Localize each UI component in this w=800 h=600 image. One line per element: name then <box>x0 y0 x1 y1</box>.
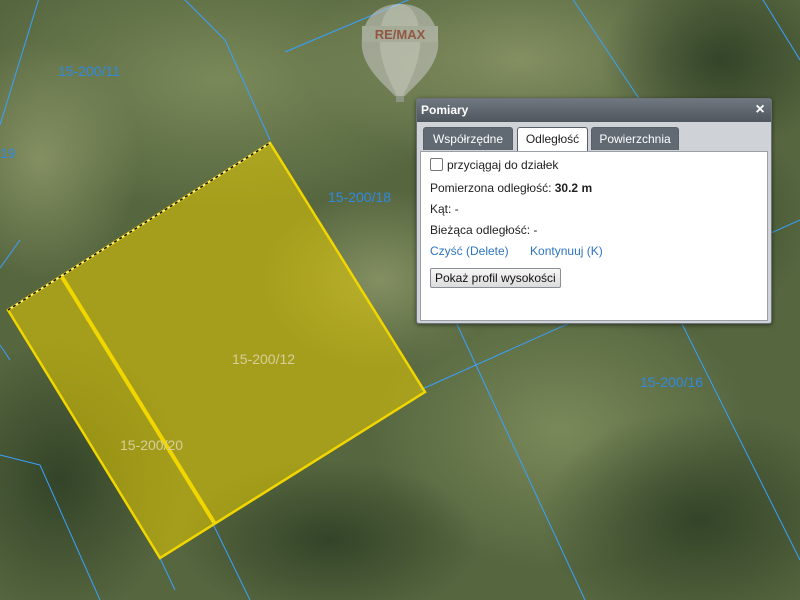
parcel-label-19: 19 <box>0 145 16 161</box>
tab-distance[interactable]: Odległość <box>517 127 588 152</box>
parcel-label-11: 15-200/11 <box>58 63 120 79</box>
panel-header[interactable]: Pomiary × <box>417 99 771 122</box>
parcel-label-18: 15-200/18 <box>328 189 391 205</box>
parcel-label-20: 15-200/20 <box>120 437 183 453</box>
distance-tab-content: przyciągaj do działek Pomierzona odległo… <box>420 151 768 321</box>
close-icon[interactable]: × <box>753 101 767 119</box>
snap-to-parcels-checkbox[interactable] <box>430 158 443 171</box>
tab-coordinates[interactable]: Współrzędne <box>423 127 513 150</box>
remax-watermark-text: RE/MAX <box>375 27 426 42</box>
snap-to-parcels-label: przyciągaj do działek <box>447 158 559 172</box>
parcel-label-12: 15-200/12 <box>232 351 295 367</box>
measured-distance-value: 30.2 m <box>554 181 593 195</box>
measured-distance-label: Pomierzona odległość: <box>430 181 552 195</box>
tab-area[interactable]: Powierzchnia <box>591 127 679 150</box>
parcel-label-16: 15-200/16 <box>640 374 703 390</box>
show-elevation-profile-button[interactable]: Pokaż profil wysokości <box>430 268 561 288</box>
continue-link[interactable]: Kontynuuj (K) <box>530 244 603 258</box>
panel-title: Pomiary <box>421 103 469 117</box>
measurements-panel: Pomiary × Współrzędne Odległość Powierzc… <box>416 98 772 324</box>
clear-link[interactable]: Czyść (Delete) <box>430 244 509 258</box>
angle-readout: Kąt: - <box>430 202 459 216</box>
current-distance-readout: Bieżąca odległość: - <box>430 223 538 237</box>
